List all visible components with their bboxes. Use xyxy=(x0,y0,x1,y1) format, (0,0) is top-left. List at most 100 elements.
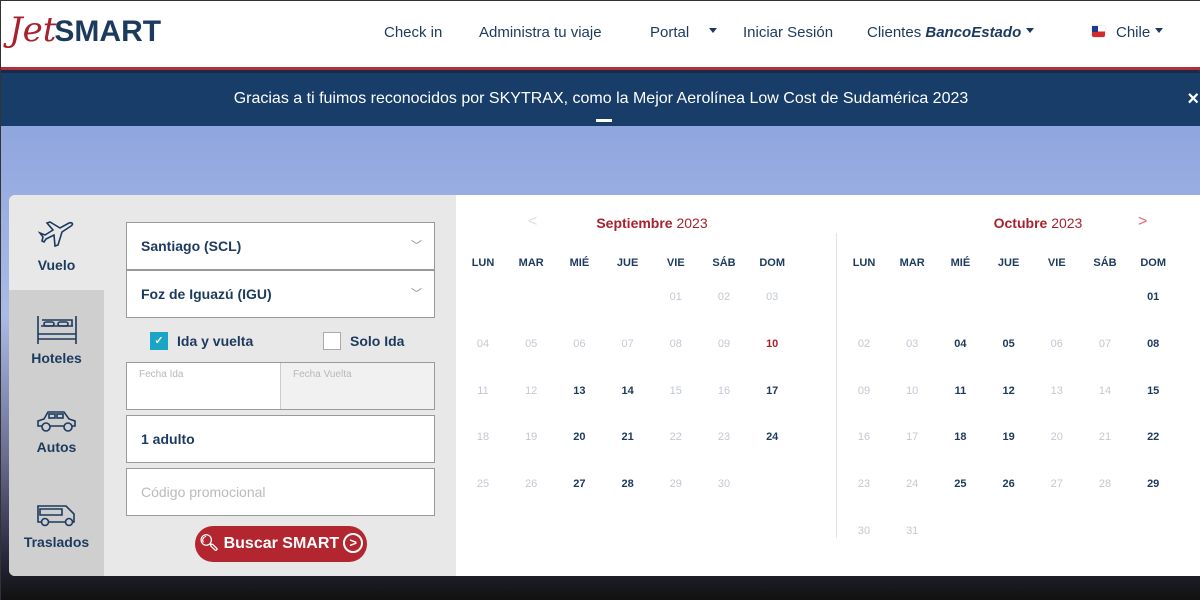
nav-iniciar-sesion[interactable]: Iniciar Sesión xyxy=(743,24,833,41)
calendar-day-available[interactable]: 17 xyxy=(752,385,792,397)
calendar-day-available[interactable]: 20 xyxy=(559,431,599,443)
van-icon xyxy=(36,505,75,527)
return-date-field[interactable]: Fecha Vuelta xyxy=(280,363,434,409)
month-year: 2023 xyxy=(1051,215,1083,231)
calendar-day-disabled: 05 xyxy=(525,338,538,350)
calendar-day-disabled: 31 xyxy=(906,525,919,537)
calendar-day-available[interactable]: 05 xyxy=(989,338,1029,350)
calendar-day-available[interactable]: 24 xyxy=(752,431,792,443)
logo-script: Jet xyxy=(9,10,57,50)
month-year: 2023 xyxy=(676,215,708,231)
calendar-day-disabled: 11 xyxy=(477,385,489,397)
carousel-indicator[interactable] xyxy=(596,119,612,122)
calendar-day-disabled: 15 xyxy=(669,385,682,397)
tab-traslados[interactable]: Traslados xyxy=(9,480,104,576)
origin-select[interactable]: Santiago (SCL) ﹀ xyxy=(126,222,435,270)
date-fields: Fecha Ida Fecha Vuelta xyxy=(126,362,435,410)
calendar-day-available[interactable]: 15 xyxy=(1133,385,1173,397)
close-icon[interactable]: × xyxy=(1187,73,1199,125)
departure-date-field[interactable]: Fecha Ida xyxy=(127,363,280,409)
destination-select[interactable]: Foz de Iguazú (IGU) ﹀ xyxy=(126,270,435,318)
chevron-right-circle-icon: > xyxy=(343,533,364,553)
checkbox-unchecked-icon xyxy=(323,332,341,350)
calendar-day-disabled: 02 xyxy=(857,338,871,350)
nav-country-chile[interactable]: Chile xyxy=(1091,24,1164,41)
calendar-day-disabled: 01 xyxy=(669,291,682,303)
calendar-day-disabled: 23 xyxy=(717,431,731,443)
calendar-day-disabled: 29 xyxy=(669,478,682,490)
tab-vuelo[interactable]: Vuelo xyxy=(9,195,104,290)
weekday-header: MAR xyxy=(518,257,544,269)
calendar-day-disabled: 30 xyxy=(717,478,731,490)
chevron-down-icon: ﹀ xyxy=(411,288,422,300)
calendar-day-available[interactable]: 14 xyxy=(608,385,648,397)
calendar-day-disabled: 09 xyxy=(717,338,731,350)
promo-code-input[interactable]: Código promocional xyxy=(126,468,435,516)
announcement-banner: Gracias a ti fuimos reconocidos por SKYT… xyxy=(1,73,1200,126)
next-month-icon[interactable]: > xyxy=(1138,213,1147,231)
calendar-day-available[interactable]: 04 xyxy=(940,338,980,350)
calendar-day-available[interactable]: 27 xyxy=(559,478,599,490)
calendar-day-disabled: 26 xyxy=(525,478,538,490)
month-title-october: Octubre 2023 xyxy=(938,215,1138,231)
nav-portal[interactable]: Portal xyxy=(650,24,718,41)
passengers-select[interactable]: 1 adulto xyxy=(126,415,435,463)
calendar-day-available[interactable]: 26 xyxy=(989,478,1029,490)
calendar-day-available[interactable]: 12 xyxy=(989,385,1029,397)
prev-month-icon[interactable]: < xyxy=(528,213,537,231)
nav-country-label: Chile xyxy=(1116,24,1151,41)
calendar-day-disabled: 21 xyxy=(1098,431,1112,443)
nav-check-in[interactable]: Check in xyxy=(384,24,442,41)
calendar-day-disabled: 06 xyxy=(1050,338,1063,350)
month-name: Septiembre xyxy=(596,215,673,231)
nav-administra[interactable]: Administra tu viaje xyxy=(479,24,602,41)
tab-hoteles[interactable]: Hoteles xyxy=(9,290,104,385)
calendar-day-available[interactable]: 08 xyxy=(1133,338,1173,350)
weekday-header: SÁB xyxy=(712,257,736,269)
calendar-day-available[interactable]: 19 xyxy=(989,431,1029,443)
origin-value: Santiago (SCL) xyxy=(141,238,242,254)
jetsmart-logo[interactable]: Jet SMART xyxy=(9,13,161,47)
nav-clientes-bancoestado[interactable]: Clientes BancoEstado xyxy=(867,24,1035,41)
tab-label: Hoteles xyxy=(31,350,82,366)
destination-value: Foz de Iguazú (IGU) xyxy=(141,286,272,302)
header: Jet SMART Check in Administra tu viaje Po… xyxy=(1,1,1200,70)
calendar-day-available[interactable]: 21 xyxy=(608,431,648,443)
chevron-down-icon: ﹀ xyxy=(411,240,422,252)
search-label: Buscar SMART xyxy=(223,535,340,552)
calendar-day-available[interactable]: 29 xyxy=(1133,478,1173,490)
product-tabs: Vuelo Hoteles Autos Traslados xyxy=(9,195,104,576)
search-icon: 🔍︎ xyxy=(198,535,220,552)
calendar-day-available[interactable]: 22 xyxy=(1133,431,1173,443)
round-trip-checkbox[interactable]: ✓ Ida y vuelta xyxy=(150,332,253,350)
calendar-day-available[interactable]: 13 xyxy=(559,385,599,397)
bed-icon xyxy=(36,316,77,344)
calendar-day-disabled: 03 xyxy=(906,338,919,350)
calendar-day-available[interactable]: 25 xyxy=(940,478,980,490)
calendar-day-today[interactable]: 10 xyxy=(752,338,792,350)
weekday-header: SÁB xyxy=(1093,257,1117,269)
calendar-day-available[interactable]: 28 xyxy=(608,478,648,490)
tab-label: Traslados xyxy=(23,534,90,550)
one-way-checkbox[interactable]: Solo Ida xyxy=(323,332,404,350)
logo-bold: SMART xyxy=(54,15,162,48)
search-panel: Vuelo Hoteles Autos Traslados Santiago (… xyxy=(9,195,456,576)
calendar-day-disabled: 13 xyxy=(1050,385,1063,397)
calendar-day-disabled: 24 xyxy=(906,478,919,490)
search-button[interactable]: 🔍︎ Buscar SMART > xyxy=(195,526,367,562)
banner-text: Gracias a ti fuimos reconocidos por SKYT… xyxy=(233,90,969,107)
calendar-day-disabled: 06 xyxy=(573,338,586,350)
calendar-day-disabled: 18 xyxy=(476,431,490,443)
weekday-header: DOM xyxy=(1140,257,1167,269)
calendar-day-available[interactable]: 18 xyxy=(940,431,980,443)
calendar-day-available[interactable]: 01 xyxy=(1133,291,1173,303)
weekday-header: MIÉ xyxy=(569,257,590,269)
calendar-day-available[interactable]: 11 xyxy=(940,385,980,397)
caret-down-icon xyxy=(1155,28,1164,33)
calendar-day-disabled: 17 xyxy=(906,431,919,443)
calendar-day-disabled: 28 xyxy=(1098,478,1112,490)
calendar-day-disabled: 03 xyxy=(766,291,779,303)
calendar-day-disabled: 14 xyxy=(1098,385,1112,397)
calendar-day-disabled: 07 xyxy=(621,338,634,350)
tab-autos[interactable]: Autos xyxy=(9,385,104,480)
